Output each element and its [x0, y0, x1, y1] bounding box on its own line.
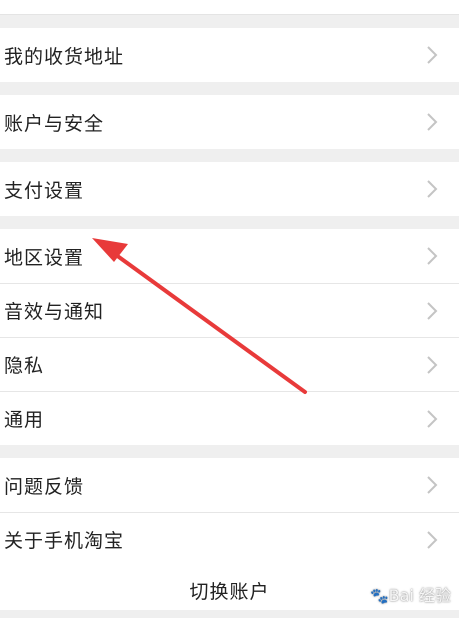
- chevron-right-icon: [427, 409, 438, 428]
- section-gap: [0, 15, 459, 28]
- section-gap: [0, 149, 459, 162]
- watermark-text: Bai 经验: [388, 586, 451, 605]
- chevron-right-icon: [427, 301, 438, 320]
- row-label: 隐私: [4, 355, 45, 377]
- row-label: 问题反馈: [4, 475, 85, 498]
- row-label: 账户与安全: [4, 112, 105, 135]
- settings-group-5: 问题反馈 关于手机淘宝: [0, 458, 459, 566]
- settings-group-3: 支付设置: [0, 162, 459, 216]
- row-privacy[interactable]: 隐私: [0, 337, 459, 391]
- watermark-paw-icon: 🐾: [369, 587, 389, 605]
- row-feedback[interactable]: 问题反馈: [0, 458, 459, 512]
- row-label: 音效与通知: [4, 301, 105, 323]
- row-general[interactable]: 通用: [0, 391, 459, 445]
- settings-group-4: 地区设置 音效与通知 隐私 通用: [0, 229, 459, 445]
- row-payment-settings[interactable]: 支付设置: [0, 162, 459, 216]
- settings-group-2: 账户与安全: [0, 95, 459, 149]
- settings-group-1: 我的收货地址: [0, 28, 459, 82]
- row-label: 支付设置: [4, 179, 85, 202]
- chevron-right-icon: [427, 46, 438, 64]
- chevron-right-icon: [427, 113, 438, 131]
- row-about-taobao[interactable]: 关于手机淘宝: [0, 512, 459, 566]
- row-region-settings[interactable]: 地区设置: [0, 229, 459, 283]
- chevron-right-icon: [427, 530, 438, 549]
- row-label: 地区设置: [4, 246, 85, 269]
- row-label: 关于手机淘宝: [4, 530, 125, 552]
- switch-account-label: 切换账户: [189, 581, 270, 603]
- row-label: 通用: [4, 409, 45, 431]
- chevron-right-icon: [427, 180, 438, 198]
- watermark: 🐾Bai 经验: [370, 582, 451, 606]
- row-shipping-address[interactable]: 我的收货地址: [0, 28, 459, 82]
- row-sound-notifications[interactable]: 音效与通知: [0, 283, 459, 337]
- section-gap: [0, 216, 459, 229]
- section-gap: [0, 445, 459, 458]
- row-account-security[interactable]: 账户与安全: [0, 95, 459, 149]
- row-label: 我的收货地址: [4, 45, 125, 68]
- previous-row-remnant: [0, 0, 459, 15]
- section-gap: [0, 82, 459, 95]
- chevron-right-icon: [427, 247, 438, 265]
- chevron-right-icon: [427, 355, 438, 374]
- chevron-right-icon: [427, 476, 438, 494]
